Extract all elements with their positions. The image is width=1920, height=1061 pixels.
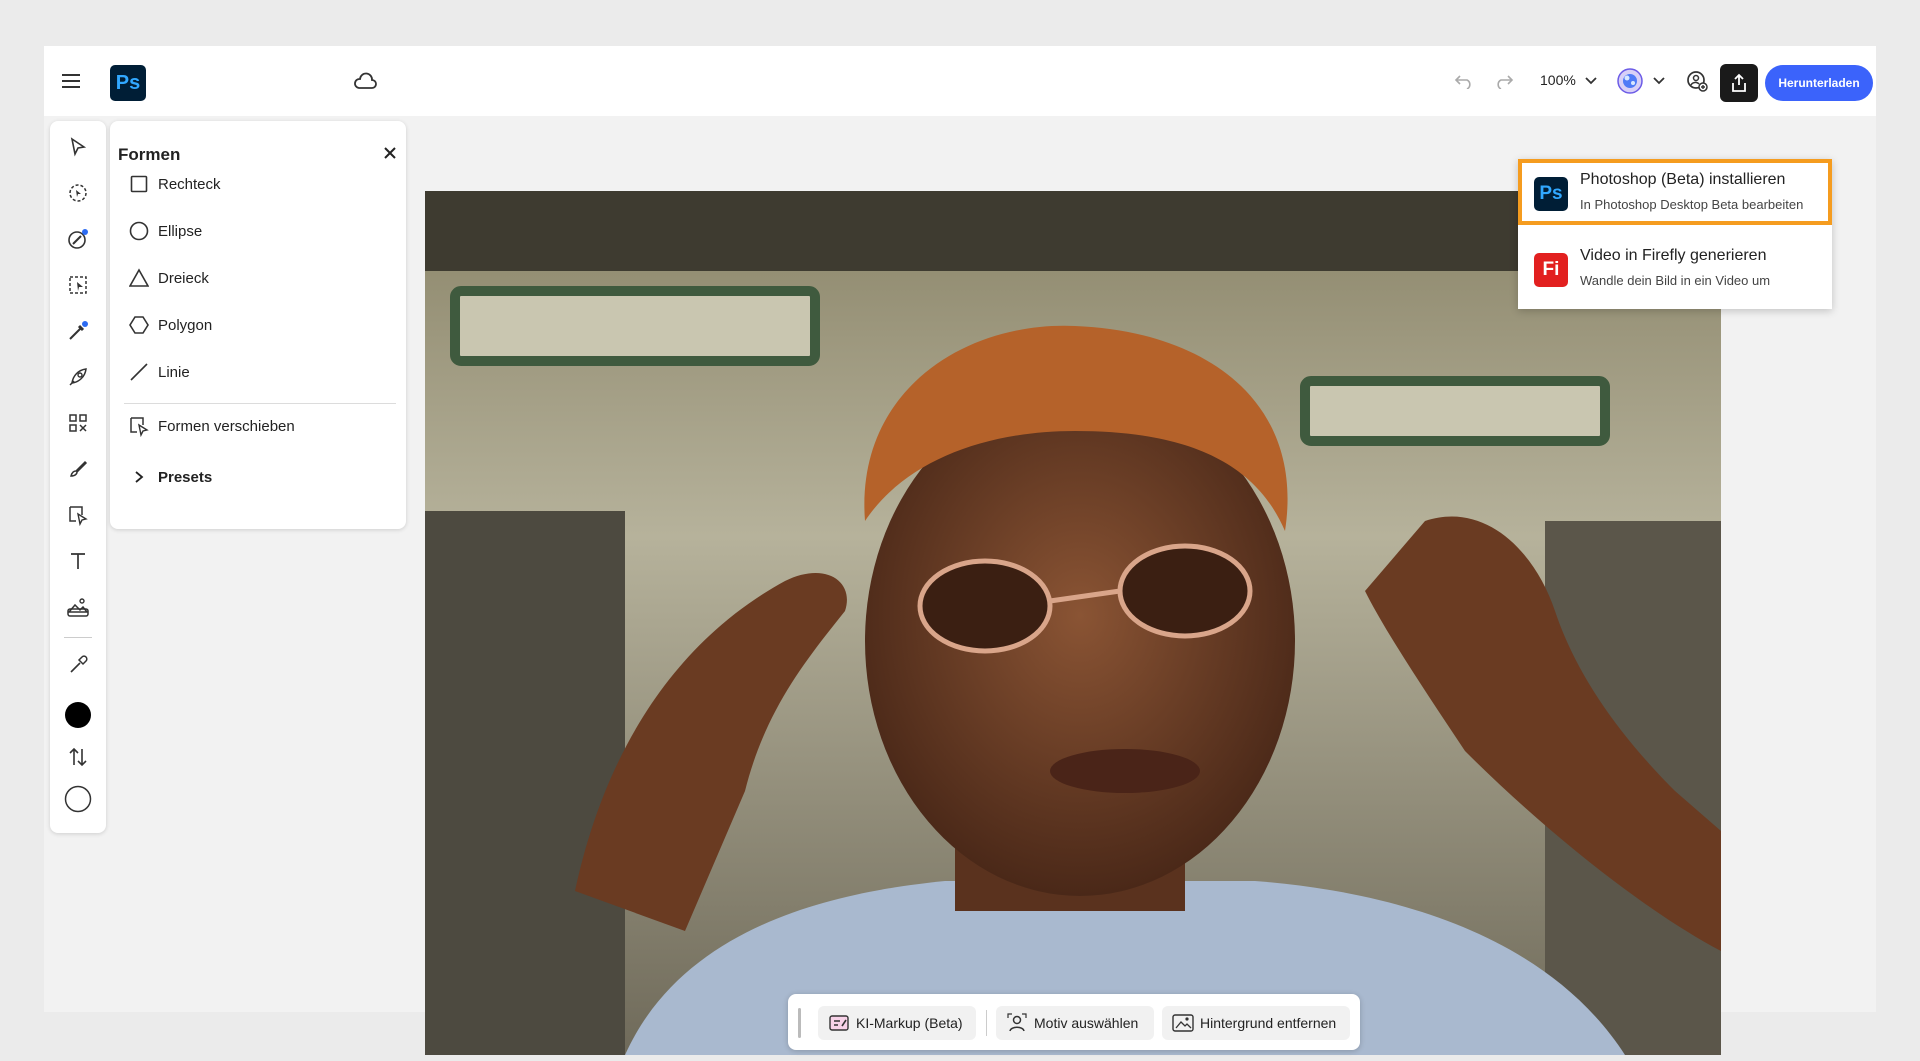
quick-actions-rocket-icon[interactable] [64, 363, 92, 391]
shape-item-label: Rechteck [158, 175, 221, 193]
move-shapes-label: Formen verschieben [158, 417, 295, 435]
shape-item-triangle[interactable]: Dreieck [128, 264, 209, 292]
menu-item-firefly-video[interactable]: Fi Video in Firefly generieren Wandle de… [1518, 235, 1832, 303]
generative-fill-tool-icon[interactable] [64, 271, 92, 299]
quick-select-tool-icon[interactable] [64, 179, 92, 207]
redo-icon[interactable] [1492, 70, 1516, 92]
ai-model-icon[interactable] [1616, 67, 1644, 95]
invite-icon[interactable] [1684, 68, 1710, 94]
select-subject-button[interactable]: Motiv auswählen [996, 1006, 1154, 1040]
cloud-icon[interactable] [352, 70, 378, 92]
close-icon[interactable] [380, 143, 400, 163]
select-subject-icon [1006, 1012, 1028, 1034]
presets-toggle[interactable]: Presets [128, 463, 212, 491]
share-icon[interactable] [1720, 64, 1758, 102]
remove-background-icon [1172, 1012, 1194, 1034]
shape-item-label: Dreieck [158, 269, 209, 287]
ellipse-icon [128, 220, 150, 242]
contextual-task-bar: KI-Markup (Beta) Motiv auswählen Hinterg… [788, 994, 1360, 1050]
swap-colors-icon[interactable] [64, 743, 92, 771]
top-bar: Ps 100% Herunterladen [44, 46, 1876, 116]
panel-title: Formen [118, 145, 181, 164]
download-button[interactable]: Herunterladen [1765, 65, 1873, 101]
app-logo[interactable]: Ps [110, 65, 146, 101]
shapes-panel: Formen Rechteck Ellipse Dreieck Polygon … [110, 121, 406, 529]
move-shapes-item[interactable]: Formen verschieben [128, 412, 295, 440]
add-image-tool-icon[interactable] [64, 593, 92, 621]
chevron-down-icon[interactable] [1584, 74, 1598, 88]
drag-handle[interactable] [798, 1008, 801, 1038]
zoom-level[interactable]: 100% [1540, 72, 1576, 88]
rectangle-icon [128, 173, 150, 195]
triangle-icon [128, 267, 150, 289]
polygon-icon [128, 314, 150, 336]
background-color-swatch[interactable] [64, 785, 92, 813]
remove-tool-icon[interactable] [64, 317, 92, 345]
shape-item-line[interactable]: Linie [128, 358, 190, 386]
hamburger-icon[interactable] [60, 70, 82, 92]
ai-markup-label: KI-Markup (Beta) [856, 1015, 963, 1031]
ai-markup-icon [828, 1012, 850, 1034]
tools-toolbar [50, 121, 106, 833]
chevron-right-icon [128, 466, 150, 488]
shape-item-label: Polygon [158, 316, 213, 334]
toolbar-divider [64, 637, 92, 638]
transform-tool-icon[interactable] [64, 501, 92, 529]
line-icon [128, 361, 150, 383]
model-chevron-down-icon[interactable] [1652, 74, 1666, 88]
eyedropper-tool-icon[interactable] [64, 651, 92, 679]
select-subject-label: Motiv auswählen [1034, 1015, 1139, 1031]
canvas-image[interactable] [425, 191, 1721, 1055]
menu-item-title: Video in Firefly generieren [1580, 247, 1767, 264]
ai-markup-button[interactable]: KI-Markup (Beta) [818, 1006, 976, 1040]
text-tool-icon[interactable] [64, 547, 92, 575]
presets-label: Presets [158, 468, 213, 486]
adjustments-grid-icon[interactable] [64, 409, 92, 437]
remove-background-button[interactable]: Hintergrund entfernen [1162, 1006, 1350, 1040]
brush-tool-icon[interactable] [64, 455, 92, 483]
panel-divider [124, 403, 396, 404]
remove-background-label: Hintergrund entfernen [1200, 1015, 1337, 1031]
shape-item-rectangle[interactable]: Rechteck [128, 170, 221, 198]
spot-heal-tool-icon[interactable] [64, 225, 92, 253]
shape-item-label: Linie [158, 363, 190, 381]
ctx-divider [986, 1010, 987, 1036]
highlight-frame [1518, 159, 1832, 225]
shape-item-ellipse[interactable]: Ellipse [128, 217, 202, 245]
move-shapes-icon [128, 415, 150, 437]
photoshop-web-app: Ps 100% Herunterladen Formen Rechteck El… [44, 46, 1876, 1055]
select-tool-icon[interactable] [64, 133, 92, 161]
foreground-color-swatch[interactable] [64, 701, 92, 729]
firefly-app-icon: Fi [1534, 253, 1568, 287]
shape-item-label: Ellipse [158, 222, 203, 240]
menu-item-subtitle: Wandle dein Bild in ein Video um [1580, 273, 1771, 288]
shape-item-polygon[interactable]: Polygon [128, 311, 212, 339]
undo-icon[interactable] [1452, 70, 1476, 92]
